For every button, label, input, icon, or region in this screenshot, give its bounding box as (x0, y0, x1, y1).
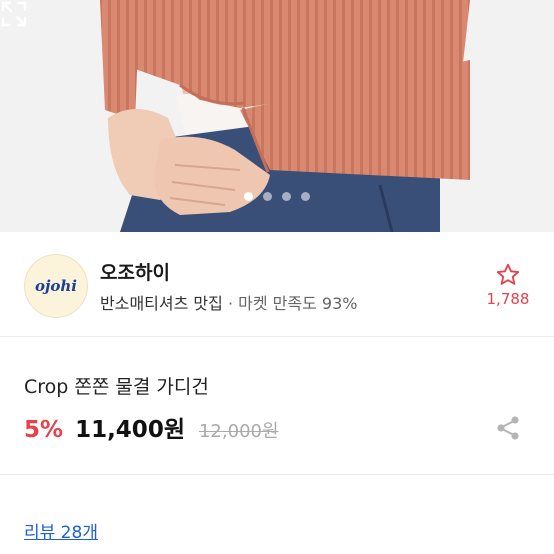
product-image-carousel[interactable] (0, 0, 554, 232)
shop-info[interactable]: ojohi 오조하이 반소매티셔츠 맛집 · 마켓 만족도 93% 1,788 (0, 232, 554, 337)
shop-logo-text: ojohi (34, 277, 78, 295)
shop-logo[interactable]: ojohi (24, 254, 88, 318)
star-outline-icon (496, 263, 520, 285)
shop-tagline: 반소매티셔츠 맛집 (100, 294, 223, 313)
carousel-indicator (0, 192, 554, 201)
like-count: 1,788 (486, 290, 530, 308)
like-button[interactable]: 1,788 (484, 262, 532, 308)
carousel-dot-1[interactable] (244, 192, 253, 201)
sale-price: 11,400원 (75, 417, 185, 443)
shop-description: 반소매티셔츠 맛집 · 마켓 만족도 93% (100, 290, 357, 314)
review-link[interactable]: 리뷰 28개 (24, 518, 98, 543)
carousel-dot-2[interactable] (263, 192, 272, 201)
section-divider (0, 474, 554, 475)
market-satisfaction: 마켓 만족도 93% (238, 294, 358, 313)
separator: · (222, 294, 239, 313)
shop-name[interactable]: 오조하이 (100, 258, 170, 285)
original-price: 12,000원 (198, 421, 279, 442)
discount-rate: 5% (24, 417, 64, 443)
product-title: Crop 쫀쫀 물결 가디건 (24, 376, 209, 398)
carousel-dot-4[interactable] (301, 192, 310, 201)
expand-icon[interactable] (0, 0, 28, 28)
carousel-dot-3[interactable] (282, 192, 291, 201)
share-icon[interactable] (494, 414, 522, 442)
price-row: 5% 11,400원 12,000원 (24, 410, 279, 444)
